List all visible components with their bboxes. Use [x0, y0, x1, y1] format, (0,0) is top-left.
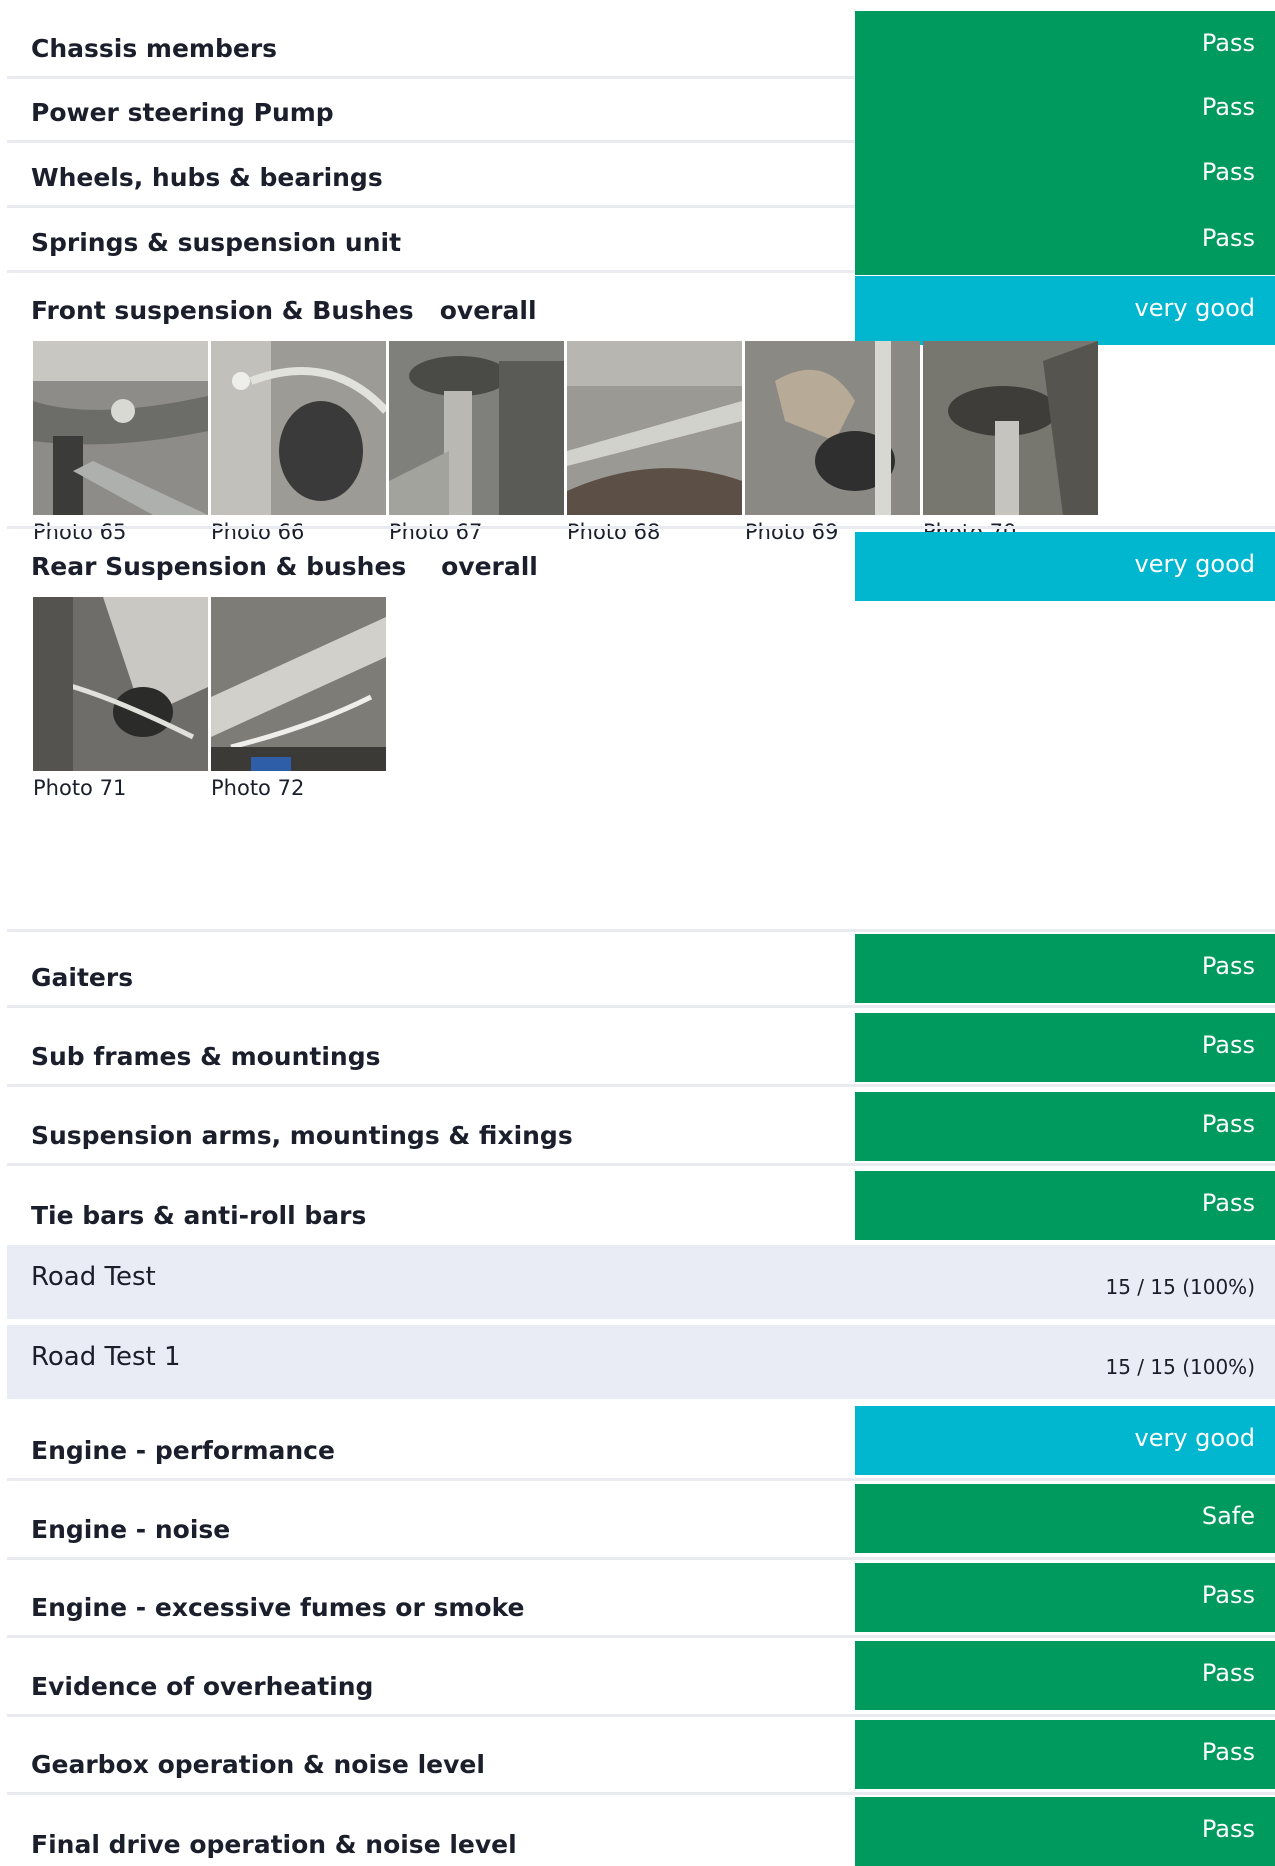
check-label: Power steering Pump	[31, 98, 334, 127]
photo-thumbnail[interactable]: Photo 65	[33, 341, 208, 544]
status-badge: Pass	[855, 75, 1275, 144]
check-row-engine-performance: Engine - performance very good	[7, 1401, 1275, 1481]
section-score: 15 / 15 (100%)	[1105, 1355, 1256, 1379]
status-badge: Safe	[855, 1484, 1275, 1553]
check-label: Gearbox operation & noise level	[31, 1750, 485, 1779]
check-label: Front suspension & Bushes overall	[31, 296, 537, 325]
check-row-gearbox: Gearbox operation & noise level Pass	[7, 1717, 1275, 1795]
status-badge: Pass	[855, 140, 1275, 209]
suspension-photo	[211, 341, 386, 515]
photo-caption: Photo 71	[33, 776, 127, 800]
suspension-photo	[33, 597, 208, 771]
check-label: Wheels, hubs & bearings	[31, 163, 383, 192]
status-badge: Pass	[855, 1171, 1275, 1240]
check-row-springs-suspension: Springs & suspension unit Pass	[7, 206, 1275, 275]
check-row-tie-bars: Tie bars & anti-roll bars Pass	[7, 1166, 1275, 1243]
status-badge: Pass	[855, 1563, 1275, 1632]
check-label: Chassis members	[31, 34, 278, 63]
status-badge: Pass	[855, 934, 1275, 1003]
status-badge: Pass	[855, 1092, 1275, 1161]
status-badge: very good	[855, 532, 1275, 601]
section-score: 15 / 15 (100%)	[1105, 1275, 1256, 1299]
photo-caption: Photo 72	[211, 776, 305, 800]
section-road-test-1[interactable]: Road Test 1 15 / 15 (100%)	[7, 1325, 1275, 1399]
suspension-photo	[923, 341, 1098, 515]
suspension-photo	[745, 341, 920, 515]
check-row-overheating: Evidence of overheating Pass	[7, 1638, 1275, 1717]
check-row-gaiters: Gaiters Pass	[7, 932, 1275, 1008]
check-row-engine-noise: Engine - noise Safe	[7, 1481, 1275, 1560]
suspension-photo	[33, 341, 208, 515]
check-label: Engine - excessive fumes or smoke	[31, 1593, 525, 1622]
suspension-photo	[389, 341, 564, 515]
check-row-sub-frames: Sub frames & mountings Pass	[7, 1008, 1275, 1087]
photo-thumbnail[interactable]: Photo 70	[923, 341, 1098, 544]
section-road-test[interactable]: Road Test 15 / 15 (100%)	[7, 1245, 1275, 1319]
check-row-power-steering-pump: Power steering Pump Pass	[7, 75, 1275, 144]
check-label: Engine - noise	[31, 1515, 231, 1544]
check-label: Gaiters	[31, 963, 134, 992]
check-row-engine-fumes: Engine - excessive fumes or smoke Pass	[7, 1560, 1275, 1638]
photo-thumbnail[interactable]: Photo 69	[745, 341, 920, 544]
check-row-suspension-arms: Suspension arms, mountings & fixings Pas…	[7, 1087, 1275, 1166]
photo-thumbnail[interactable]: Photo 71	[33, 597, 208, 800]
check-row-final-drive: Final drive operation & noise level Pass	[7, 1795, 1275, 1866]
status-badge: Pass	[855, 206, 1275, 275]
rear-suspension-group: Rear Suspension & bushes overall very go…	[7, 529, 1275, 929]
suspension-photo	[211, 597, 386, 771]
status-badge: Pass	[855, 1013, 1275, 1082]
photo-thumbnail[interactable]: Photo 68	[567, 341, 742, 544]
check-label: Sub frames & mountings	[31, 1042, 381, 1071]
status-badge: Pass	[855, 1720, 1275, 1789]
front-suspension-group: Front suspension & Bushes overall very g…	[7, 273, 1275, 544]
status-badge: very good	[855, 276, 1275, 345]
check-label: Engine - performance	[31, 1436, 335, 1465]
check-label: Evidence of overheating	[31, 1672, 374, 1701]
status-badge: Pass	[855, 1641, 1275, 1710]
suspension-photo	[567, 341, 742, 515]
status-badge: Pass	[855, 1797, 1275, 1866]
section-title: Road Test	[31, 1262, 156, 1292]
check-label: Final drive operation & noise level	[31, 1830, 517, 1859]
photo-thumbnail[interactable]: Photo 67	[389, 341, 564, 544]
photo-thumbnail[interactable]: Photo 72	[211, 597, 386, 800]
check-label: Tie bars & anti-roll bars	[31, 1201, 367, 1230]
check-label: Rear Suspension & bushes overall	[31, 552, 538, 581]
status-badge: very good	[855, 1406, 1275, 1475]
check-row-wheels-hubs-bearings: Wheels, hubs & bearings Pass	[7, 140, 1275, 209]
status-badge: Pass	[855, 11, 1275, 80]
check-row-chassis-members: Chassis members Pass	[7, 0, 1275, 80]
photo-thumbnail[interactable]: Photo 66	[211, 341, 386, 544]
check-label: Springs & suspension unit	[31, 228, 402, 257]
check-label: Suspension arms, mountings & fixings	[31, 1121, 573, 1150]
section-title: Road Test 1	[31, 1342, 181, 1372]
